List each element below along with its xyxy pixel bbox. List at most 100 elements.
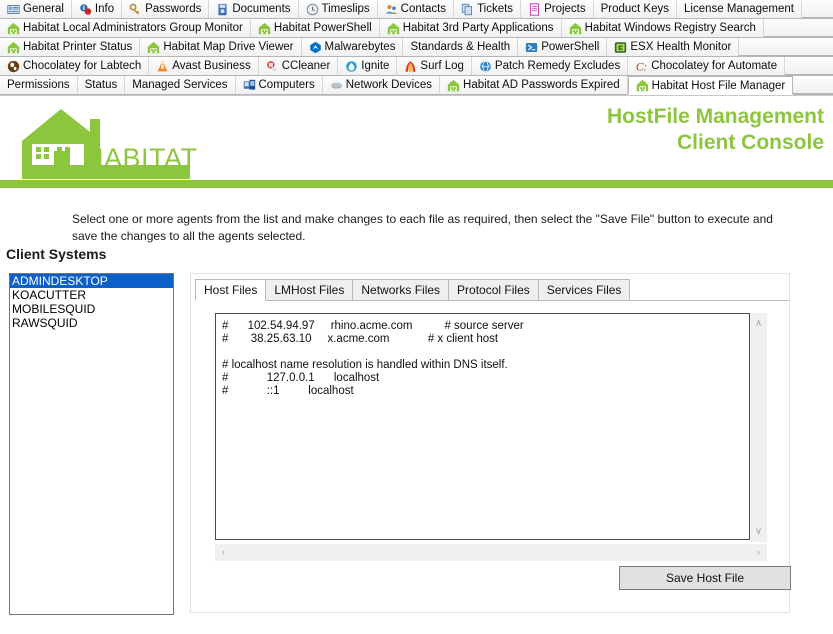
tab-documents[interactable]: Documents bbox=[209, 0, 298, 18]
tab-label: Chocolatey for Automate bbox=[651, 57, 777, 75]
tab-label: Info bbox=[95, 0, 114, 18]
header-green-divider bbox=[0, 180, 833, 188]
tab-habitat-local-administrators-group-monitor[interactable]: Habitat Local Administrators Group Monit… bbox=[0, 19, 251, 37]
tab-chocolatey-for-labtech[interactable]: Chocolatey for Labtech bbox=[0, 57, 149, 75]
tab-habitat-powershell[interactable]: Habitat PowerShell bbox=[251, 19, 380, 37]
host-file-text: # 102.54.94.97 rhino.acme.com # source s… bbox=[222, 320, 745, 398]
save-host-file-button[interactable]: Save Host File bbox=[619, 566, 791, 590]
tab-esx-health-monitor[interactable]: ESX Health Monitor bbox=[607, 38, 739, 56]
tab-habitat-3rd-party-applications[interactable]: Habitat 3rd Party Applications bbox=[380, 19, 562, 37]
tab-general[interactable]: General bbox=[0, 0, 72, 18]
key-icon bbox=[129, 3, 142, 16]
application-tab-bar: General Info Passwords Documents Timeslips Co… bbox=[0, 0, 833, 96]
tab-avast-business[interactable]: Avast Business bbox=[149, 57, 258, 75]
tab-timeslips[interactable]: Timeslips bbox=[299, 0, 378, 18]
tab-habitat-printer-status[interactable]: Habitat Printer Status bbox=[0, 38, 140, 56]
page-title-line1: HostFile Management bbox=[607, 104, 824, 130]
tab-managed-services[interactable]: Managed Services bbox=[125, 76, 235, 94]
tab-habitat-windows-registry-search[interactable]: Habitat Windows Registry Search bbox=[562, 19, 764, 37]
file-tab-host-files[interactable]: Host Files bbox=[195, 279, 266, 301]
tab-label: Contacts bbox=[401, 0, 446, 18]
host-file-editor-area: # 102.54.94.97 rhino.acme.com # source s… bbox=[215, 313, 767, 542]
tab-habitat-map-drive-viewer[interactable]: Habitat Map Drive Viewer bbox=[140, 38, 301, 56]
file-tab-networks-files[interactable]: Networks Files bbox=[352, 279, 449, 300]
tab-habitat-host-file-manager[interactable]: Habitat Host File Manager bbox=[628, 76, 794, 94]
tab-label: Network Devices bbox=[346, 76, 432, 94]
file-tab-protocol-files[interactable]: Protocol Files bbox=[448, 279, 539, 300]
scroll-left-icon[interactable]: ‹ bbox=[215, 544, 232, 561]
habitat-house-icon bbox=[7, 22, 20, 35]
tab-row-filler bbox=[785, 57, 833, 75]
list-item[interactable]: ADMINDESKTOP bbox=[10, 274, 173, 288]
surflog-icon bbox=[404, 60, 417, 73]
tab-tickets[interactable]: Tickets bbox=[454, 0, 521, 18]
ccleaner-icon bbox=[266, 60, 279, 73]
tickets-icon bbox=[461, 3, 474, 16]
tab-row-5: PermissionsStatus Managed Services Compute… bbox=[0, 76, 833, 95]
tab-label: Chocolatey for Labtech bbox=[23, 57, 141, 75]
scroll-down-icon[interactable]: ∨ bbox=[750, 523, 767, 540]
tab-license-management[interactable]: License Management bbox=[677, 0, 802, 18]
editor-horizontal-scrollbar[interactable]: ‹ › bbox=[215, 544, 767, 561]
tab-computers[interactable]: Computers bbox=[236, 76, 323, 94]
malwarebytes-icon bbox=[309, 41, 322, 54]
tab-ccleaner[interactable]: CCleaner bbox=[259, 57, 339, 75]
list-item[interactable]: KOACUTTER bbox=[10, 288, 173, 302]
tab-chocolatey-for-automate[interactable]: C: Chocolatey for Automate bbox=[628, 57, 785, 75]
tab-projects[interactable]: Projects bbox=[521, 0, 594, 18]
tab-label: Avast Business bbox=[172, 57, 250, 75]
esx-icon bbox=[614, 41, 627, 54]
client-systems-listbox[interactable]: ADMINDESKTOPKOACUTTERMOBILESQUIDRAWSQUID bbox=[9, 273, 174, 615]
tab-powershell[interactable]: PowerShell bbox=[518, 38, 607, 56]
tab-label: Tickets bbox=[477, 0, 513, 18]
tab-contacts[interactable]: Contacts bbox=[378, 0, 454, 18]
file-tab-services-files[interactable]: Services Files bbox=[538, 279, 631, 300]
tab-network-devices[interactable]: Network Devices bbox=[323, 76, 440, 94]
tab-patch-remedy-excludes[interactable]: Patch Remedy Excludes bbox=[472, 57, 628, 75]
tab-passwords[interactable]: Passwords bbox=[122, 0, 209, 18]
tab-permissions[interactable]: Permissions bbox=[0, 76, 78, 94]
tab-label: Projects bbox=[544, 0, 586, 18]
tab-habitat-ad-passwords-expired[interactable]: Habitat AD Passwords Expired bbox=[440, 76, 628, 94]
habitat-house-icon bbox=[7, 41, 20, 54]
file-tab-lmhost-files[interactable]: LMHost Files bbox=[265, 279, 353, 300]
habitat-house-icon bbox=[387, 22, 400, 35]
avast-icon bbox=[156, 60, 169, 73]
list-item[interactable]: RAWSQUID bbox=[10, 316, 173, 330]
tab-row-3: Habitat Printer StatusHabitat Map Drive … bbox=[0, 38, 833, 57]
tab-label: Malwarebytes bbox=[325, 38, 396, 56]
tab-product-keys[interactable]: Product Keys bbox=[594, 0, 677, 18]
tab-info[interactable]: Info bbox=[72, 0, 122, 18]
habitat-house-icon bbox=[569, 22, 582, 35]
habitat-house-icon bbox=[447, 79, 460, 92]
tab-label: Habitat Windows Registry Search bbox=[585, 19, 756, 37]
tab-row-filler bbox=[793, 76, 833, 94]
host-file-textarea[interactable]: # 102.54.94.97 rhino.acme.com # source s… bbox=[215, 313, 750, 540]
tab-row-filler bbox=[739, 38, 833, 56]
documents-icon bbox=[216, 3, 229, 16]
tab-label: Habitat AD Passwords Expired bbox=[463, 76, 620, 94]
svg-text:C:: C: bbox=[636, 61, 647, 72]
page-header: HABITAT HostFile Management Client Conso… bbox=[0, 96, 833, 186]
powershell-icon bbox=[525, 41, 538, 54]
habitat-house-icon bbox=[147, 41, 160, 54]
chocolatey-icon bbox=[7, 60, 20, 73]
editor-vertical-scrollbar[interactable]: ∧ ∨ bbox=[750, 313, 767, 542]
tab-standards-health[interactable]: Standards & Health bbox=[403, 38, 518, 56]
list-item[interactable]: MOBILESQUID bbox=[10, 302, 173, 316]
tab-malwarebytes[interactable]: Malwarebytes bbox=[302, 38, 404, 56]
tab-label: Surf Log bbox=[420, 57, 463, 75]
tab-label: Managed Services bbox=[132, 76, 227, 94]
tab-label: Ignite bbox=[361, 57, 389, 75]
tab-label: Documents bbox=[232, 0, 290, 18]
scroll-right-icon[interactable]: › bbox=[750, 544, 767, 561]
contacts-icon bbox=[385, 3, 398, 16]
chocolatey-c-icon: C: bbox=[635, 60, 648, 73]
scroll-up-icon[interactable]: ∧ bbox=[750, 315, 767, 332]
tab-surf-log[interactable]: Surf Log bbox=[397, 57, 471, 75]
tab-row-4: Chocolatey for Labtech Avast Business CCle… bbox=[0, 57, 833, 76]
tab-ignite[interactable]: Ignite bbox=[338, 57, 397, 75]
tab-label: Standards & Health bbox=[410, 38, 510, 56]
tab-status[interactable]: Status bbox=[78, 76, 126, 94]
tab-label: ESX Health Monitor bbox=[630, 38, 731, 56]
